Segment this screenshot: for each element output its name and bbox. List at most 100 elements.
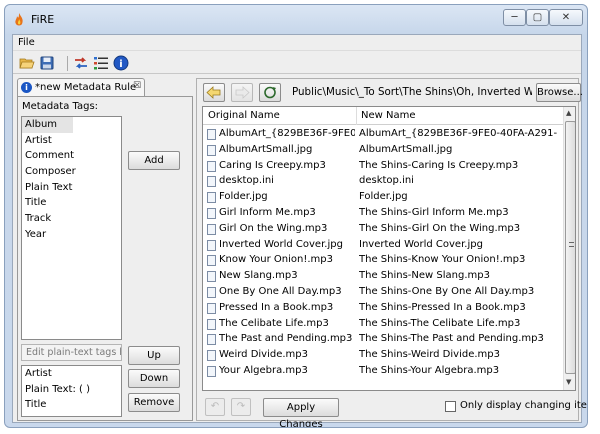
scroll-thumb[interactable] bbox=[565, 121, 575, 374]
scroll-down-icon[interactable]: ▼ bbox=[566, 378, 571, 386]
list-item[interactable]: Plain Text bbox=[22, 180, 121, 196]
apply-changes-button[interactable]: Apply Changes bbox=[263, 398, 339, 427]
undo-icon: ↶ bbox=[210, 401, 220, 412]
original-name-cell: Girl On the Wing.mp3 bbox=[219, 222, 328, 234]
rename-arrows-icon[interactable] bbox=[73, 55, 89, 71]
table-row[interactable]: The Celibate Life.mp3 The Shins-The Celib… bbox=[203, 317, 563, 333]
file-icon bbox=[207, 365, 216, 377]
list-item[interactable]: Track bbox=[22, 211, 121, 227]
file-icon bbox=[207, 302, 216, 314]
metadata-tags-list[interactable]: Album Artist Comment Composer Plain Text… bbox=[21, 116, 122, 340]
table-row[interactable]: Weird Divide.mp3 The Shins-Weird Divide.m… bbox=[203, 348, 563, 364]
table-row[interactable]: Know Your Onion!.mp3 The Shins-Know Your … bbox=[203, 253, 563, 269]
vertical-scrollbar[interactable]: ▲ ▼ bbox=[563, 107, 575, 390]
table-row[interactable]: AlbumArt_{829BE36F-9FE0-40FA-A291- AlbumA… bbox=[203, 127, 563, 143]
original-name-cell: Folder.jpg bbox=[219, 191, 268, 203]
metadata-rule-panel: i *new Metadata Rule ☒ Metadata Tags: Al… bbox=[17, 78, 193, 421]
svg-text:i: i bbox=[119, 59, 122, 70]
original-name-cell: New Slang.mp3 bbox=[219, 270, 298, 282]
browse-button[interactable]: Browse... bbox=[536, 83, 583, 102]
file-preview-panel: Public\Music\_To Sort\The Shins\Oh, Inve… bbox=[196, 78, 587, 427]
list-item[interactable]: Title bbox=[22, 397, 121, 413]
info-icon: i bbox=[21, 82, 32, 93]
table-header: Original Name New Name bbox=[203, 107, 563, 125]
toolbar: i bbox=[13, 52, 581, 74]
list-icon[interactable] bbox=[93, 55, 109, 71]
up-button[interactable]: Up bbox=[128, 346, 180, 365]
list-item[interactable]: Title bbox=[22, 195, 121, 211]
scroll-up-icon[interactable]: ▲ bbox=[566, 109, 571, 117]
new-name-cell: The Shins-One By One All Day.mp3 bbox=[359, 285, 535, 297]
table-row[interactable]: Caring Is Creepy.mp3 The Shins-Caring Is … bbox=[203, 159, 563, 175]
table-row[interactable]: Your Algebra.mp3 The Shins-Your Algebra.m… bbox=[203, 364, 563, 380]
original-name-cell: The Past and Pending.mp3 bbox=[219, 333, 353, 345]
only-changing-checkbox[interactable] bbox=[445, 401, 456, 412]
redo-button[interactable]: ↷ bbox=[231, 398, 251, 416]
tab-label: *new Metadata Rule bbox=[35, 82, 137, 93]
list-item[interactable]: Composer bbox=[22, 164, 121, 180]
remove-button[interactable]: Remove bbox=[128, 393, 180, 412]
bottom-bar: ↶ ↷ Apply Changes Only display changing … bbox=[197, 395, 587, 427]
tab-close-icon[interactable]: ☒ bbox=[133, 81, 141, 91]
refresh-icon bbox=[264, 86, 276, 99]
file-icon bbox=[207, 318, 216, 330]
plaintext-tag-input[interactable]: Edit plain-text tags he bbox=[21, 344, 122, 361]
new-name-cell: Inverted World Cover.jpg bbox=[359, 238, 483, 250]
menu-bar: File bbox=[13, 35, 581, 51]
folder-path[interactable]: Public\Music\_To Sort\The Shins\Oh, Inve… bbox=[292, 83, 532, 102]
minimize-button[interactable]: ─ bbox=[503, 9, 526, 26]
new-name-cell: The Shins-Weird Divide.mp3 bbox=[359, 349, 500, 361]
about-icon[interactable]: i bbox=[113, 55, 129, 71]
original-name-cell: The Celibate Life.mp3 bbox=[219, 317, 329, 329]
tab-metadata-rule[interactable]: i *new Metadata Rule ☒ bbox=[17, 78, 145, 96]
list-item[interactable]: Artist bbox=[22, 366, 121, 382]
forward-arrow-icon bbox=[235, 86, 250, 99]
undo-button[interactable]: ↶ bbox=[205, 398, 225, 416]
title-bar: FiRE ─ ▢ ✕ bbox=[5, 5, 587, 33]
new-name-cell: The Shins-Your Algebra.mp3 bbox=[359, 364, 500, 376]
new-name-cell: Folder.jpg bbox=[359, 191, 408, 203]
table-row[interactable]: The Past and Pending.mp3 The Shins-The Pa… bbox=[203, 332, 563, 348]
menu-file[interactable]: File bbox=[18, 37, 35, 48]
forward-button[interactable] bbox=[231, 83, 253, 102]
original-name-cell: AlbumArtSmall.jpg bbox=[219, 143, 313, 155]
list-item[interactable]: Artist bbox=[22, 133, 121, 149]
list-item[interactable]: Year bbox=[22, 227, 121, 243]
original-name-cell: Know Your Onion!.mp3 bbox=[219, 254, 333, 266]
down-button[interactable]: Down bbox=[128, 369, 180, 388]
open-folder-icon[interactable] bbox=[19, 55, 35, 71]
list-item[interactable]: Album bbox=[22, 117, 74, 133]
table-row[interactable]: New Slang.mp3 The Shins-New Slang.mp3 bbox=[203, 269, 563, 285]
refresh-button[interactable] bbox=[259, 83, 281, 102]
table-row[interactable]: Girl On the Wing.mp3 The Shins-Girl On th… bbox=[203, 222, 563, 238]
maximize-button[interactable]: ▢ bbox=[526, 9, 549, 26]
rule-items-list[interactable]: Artist Plain Text: ( ) Title bbox=[21, 365, 122, 417]
new-name-cell: The Shins-Girl On the Wing.mp3 bbox=[359, 222, 521, 234]
table-row[interactable]: One By One All Day.mp3 The Shins-One By O… bbox=[203, 285, 563, 301]
file-icon bbox=[207, 160, 216, 172]
column-original-name[interactable]: Original Name bbox=[208, 110, 280, 121]
list-item[interactable]: Plain Text: ( ) bbox=[22, 382, 121, 398]
file-icon bbox=[207, 176, 216, 188]
table-row[interactable]: Pressed In a Book.mp3 The Shins-Pressed I… bbox=[203, 301, 563, 317]
column-new-name[interactable]: New Name bbox=[361, 110, 416, 121]
table-row[interactable]: Folder.jpg Folder.jpg bbox=[203, 190, 563, 206]
new-name-cell: AlbumArt_{829BE36F-9FE0-40FA-A291- bbox=[359, 128, 558, 139]
file-icon bbox=[207, 350, 216, 362]
table-row[interactable]: desktop.ini desktop.ini bbox=[203, 174, 563, 190]
table-row[interactable]: Inverted World Cover.jpg Inverted World C… bbox=[203, 238, 563, 254]
table-row[interactable]: Girl Inform Me.mp3 The Shins-Girl Inform … bbox=[203, 206, 563, 222]
original-name-cell: desktop.ini bbox=[219, 175, 274, 187]
add-button[interactable]: Add bbox=[128, 151, 180, 170]
table-rows: AlbumArt_{829BE36F-9FE0-40FA-A291- AlbumA… bbox=[203, 127, 563, 380]
back-button[interactable] bbox=[203, 83, 225, 102]
list-item[interactable]: Comment bbox=[22, 148, 121, 164]
metadata-tags-label: Metadata Tags: bbox=[22, 101, 99, 112]
close-button[interactable]: ✕ bbox=[549, 9, 583, 26]
flame-icon bbox=[15, 13, 23, 26]
table-row[interactable]: AlbumArtSmall.jpg AlbumArtSmall.jpg bbox=[203, 143, 563, 159]
new-name-cell: The Shins-Caring Is Creepy.mp3 bbox=[359, 159, 519, 171]
save-icon[interactable] bbox=[39, 55, 55, 71]
file-icon bbox=[207, 286, 216, 298]
file-icon bbox=[207, 334, 216, 346]
